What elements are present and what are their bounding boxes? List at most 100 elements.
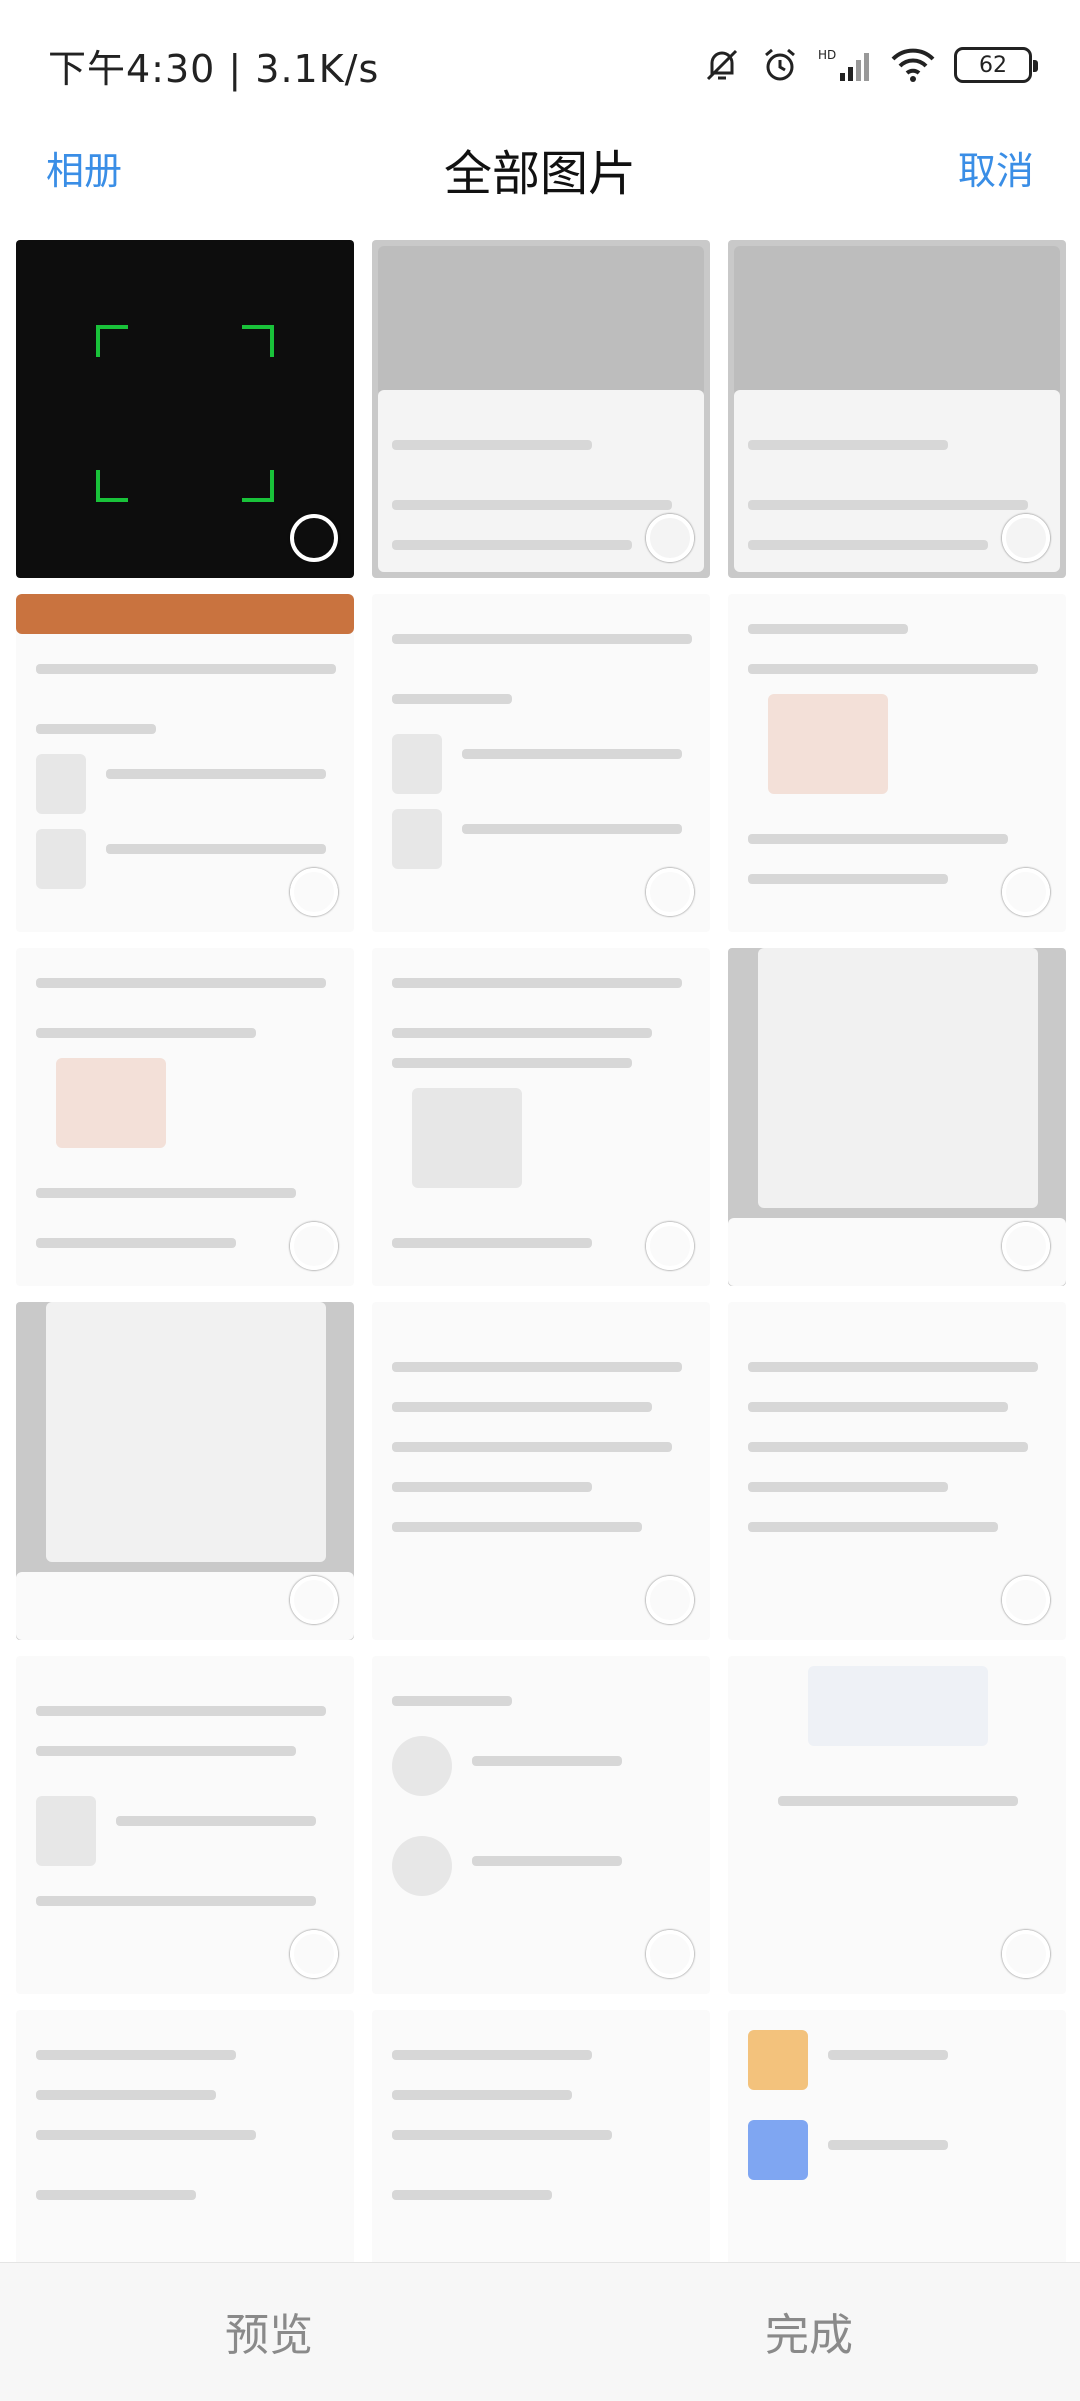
select-circle[interactable] [290, 1576, 338, 1624]
select-circle[interactable] [646, 868, 694, 916]
text-line [748, 1362, 1038, 1372]
cancel-button[interactable]: 取消 [958, 140, 1034, 195]
text-line [748, 874, 948, 884]
select-circle[interactable] [1002, 1930, 1050, 1978]
text-line [392, 500, 672, 510]
image-block [392, 809, 442, 869]
scan-frame-corner [242, 325, 274, 357]
text-line [748, 1402, 1008, 1412]
text-line [392, 2130, 612, 2140]
battery-icon: 62 [954, 47, 1038, 83]
image-block [36, 829, 86, 889]
select-circle[interactable] [646, 1930, 694, 1978]
status-bar: 下午4:30 | 3.1K/s HD 62 [0, 0, 1080, 130]
text-line [392, 1238, 592, 1248]
thumb-share-menu-1[interactable] [372, 240, 710, 578]
text-line [462, 824, 682, 834]
text-line [392, 2090, 572, 2100]
select-circle[interactable] [1002, 1576, 1050, 1624]
text-line [392, 694, 512, 704]
scan-frame-corner [96, 325, 128, 357]
text-line [36, 2190, 196, 2200]
text-line [392, 2050, 592, 2060]
scan-frame-corner [96, 470, 128, 502]
text-line [392, 1028, 652, 1038]
select-circle[interactable] [646, 514, 694, 562]
text-line [36, 1188, 296, 1198]
preview-button[interactable]: 预览 [225, 2299, 313, 2363]
text-line [392, 1482, 592, 1492]
alarm-icon [760, 45, 800, 85]
text-line [36, 2090, 216, 2100]
text-line [748, 834, 1008, 844]
image-block [46, 1302, 326, 1562]
select-circle[interactable] [1002, 868, 1050, 916]
text-line [36, 1896, 316, 1906]
thumb-article-1[interactable] [372, 1302, 710, 1640]
text-line [748, 440, 948, 450]
select-circle[interactable] [290, 868, 338, 916]
select-circle[interactable] [646, 1576, 694, 1624]
text-line [36, 1238, 236, 1248]
text-line [472, 1856, 622, 1866]
text-line [392, 1442, 672, 1452]
text-line [392, 2190, 552, 2200]
select-circle[interactable] [646, 1222, 694, 1270]
select-circle[interactable] [290, 514, 338, 562]
image-block [748, 2120, 808, 2180]
thumb-article-2[interactable] [728, 1302, 1066, 1640]
signal-hd-icon: HD [818, 45, 872, 85]
text-line [778, 1796, 1018, 1806]
thumb-booklist-1[interactable] [16, 594, 354, 932]
text-line [828, 2140, 948, 2150]
text-line [472, 1756, 622, 1766]
scan-frame-corner [242, 470, 274, 502]
text-line [36, 1706, 326, 1716]
image-block [378, 246, 704, 396]
text-line [392, 1058, 632, 1068]
text-line [748, 1442, 1028, 1452]
svg-text:HD: HD [818, 48, 836, 62]
done-button[interactable]: 完成 [765, 2299, 853, 2363]
image-block [758, 948, 1038, 1208]
select-circle[interactable] [1002, 514, 1050, 562]
text-line [36, 978, 326, 988]
select-circle[interactable] [1002, 1222, 1050, 1270]
text-line [748, 1482, 948, 1492]
thumb-booklist-share-2[interactable] [16, 1302, 354, 1640]
mute-bell-icon [702, 45, 742, 85]
thumb-empty-state[interactable] [728, 1656, 1066, 1994]
thumb-booklist-2[interactable] [372, 594, 710, 932]
thumb-comment-3[interactable] [372, 948, 710, 1286]
text-line [392, 540, 632, 550]
text-line [36, 1028, 256, 1038]
select-circle[interactable] [290, 1930, 338, 1978]
text-line [36, 2130, 256, 2140]
image-block [392, 1836, 452, 1896]
image-block [16, 594, 354, 634]
text-line [392, 1402, 652, 1412]
text-line [392, 1522, 642, 1532]
image-block [36, 1796, 96, 1866]
text-line [106, 844, 326, 854]
text-line [748, 500, 1028, 510]
status-time: 下午4:30 | 3.1K/s [48, 47, 380, 91]
thumb-booklist-share-1[interactable] [728, 948, 1066, 1286]
thumb-follow-list[interactable] [372, 1656, 710, 1994]
battery-level: 62 [979, 52, 1007, 78]
image-block [768, 694, 888, 794]
text-line [392, 1696, 512, 1706]
text-line [462, 749, 682, 759]
text-line [392, 634, 692, 644]
image-block [748, 2030, 808, 2090]
thumb-scanner[interactable] [16, 240, 354, 578]
status-icons: HD 62 [702, 40, 1038, 90]
text-line [392, 1362, 682, 1372]
thumb-article-3[interactable] [16, 1656, 354, 1994]
thumb-share-menu-2[interactable] [728, 240, 1066, 578]
text-line [748, 1522, 998, 1532]
text-line [106, 769, 326, 779]
thumb-comment-2[interactable] [16, 948, 354, 1286]
select-circle[interactable] [290, 1222, 338, 1270]
thumb-comment-1[interactable] [728, 594, 1066, 932]
